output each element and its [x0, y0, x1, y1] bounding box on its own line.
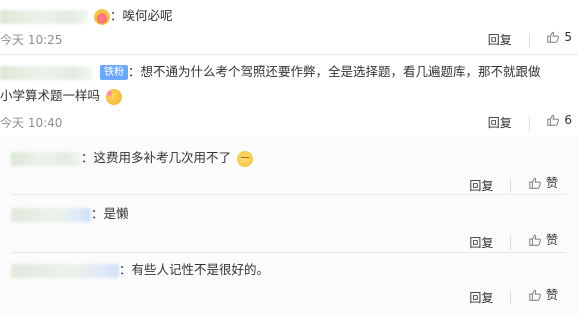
reply-button[interactable]: 回复 [469, 177, 493, 194]
comment-timestamp: 今天 10:25 [0, 33, 63, 47]
reply-actions: 回复 赞 [469, 286, 558, 306]
comment-text-line-2: 小学算术题一样吗 [0, 87, 122, 105]
reply-button[interactable]: 回复 [469, 289, 493, 306]
colon-separator: ： [127, 64, 141, 79]
thumbs-up-icon [529, 177, 541, 189]
username[interactable] [0, 65, 92, 80]
reply-button[interactable]: 回复 [469, 234, 493, 251]
comment-1: ：唉何必呢 今天 10:25 回复 5 [0, 0, 578, 50]
action-divider [510, 179, 512, 193]
like-label: 赞 [545, 176, 558, 190]
reply-text: 这费用多补考几次用不了 [93, 150, 232, 165]
username[interactable] [0, 9, 88, 24]
like-button[interactable]: 赞 [528, 174, 558, 191]
comment-text-part-2: 小学算术题一样吗 [0, 88, 101, 103]
username[interactable] [11, 207, 91, 222]
comment-text: 唉何必呢 [122, 8, 173, 23]
like-button[interactable]: 6 [546, 113, 572, 127]
reply-text-line: ：是懒 [11, 205, 129, 223]
thumbs-up-icon [547, 31, 560, 43]
username[interactable] [11, 151, 81, 166]
action-divider [510, 236, 512, 250]
reply-actions: 回复 赞 [469, 174, 558, 194]
comment-2: 铁粉 ：想不通为什么考个驾照还要作弊，全是选择题，看几遍题库，那不就跟做 小学算术… [0, 56, 578, 136]
comment-actions: 回复 5 [488, 30, 572, 48]
comment-text-line-1: 铁粉 ：想不通为什么考个驾照还要作弊，全是选择题，看几遍题库，那不就跟做 [0, 63, 541, 81]
crown-emoji-icon [93, 8, 110, 25]
comment-divider [0, 54, 578, 55]
reply-actions: 回复 赞 [469, 231, 558, 251]
reply-divider [11, 194, 566, 195]
reply-1: ：这费用多补考几次用不了 回复 赞 [0, 139, 578, 194]
thumbs-up-icon [547, 114, 560, 126]
like-button[interactable]: 赞 [528, 231, 558, 248]
like-count: 5 [564, 30, 572, 44]
reply-text-line: ：这费用多补考几次用不了 [11, 149, 254, 167]
thumbs-up-icon [529, 234, 541, 246]
comment-text-part-1: 想不通为什么考个驾照还要作弊，全是选择题，看几遍题库，那不就跟做 [140, 64, 541, 79]
like-button[interactable]: 赞 [528, 286, 558, 303]
colon-separator: ： [81, 150, 94, 165]
reply-2: ：是懒 回复 赞 [0, 196, 578, 250]
colon-separator: ： [119, 262, 132, 277]
reply-button[interactable]: 回复 [488, 114, 512, 131]
embarrassed-emoji-icon [106, 88, 122, 105]
username[interactable] [11, 263, 119, 278]
reply-label: 回复 [469, 178, 494, 193]
bored-emoji-icon [237, 150, 254, 167]
colon-separator: ： [109, 8, 123, 23]
action-divider [528, 33, 530, 48]
comment-actions: 回复 6 [488, 113, 572, 131]
reply-text-line: ：有些人记性不是很好的。 [11, 261, 269, 279]
reply-text: 有些人记性不是很好的。 [131, 262, 270, 277]
reply-divider [11, 252, 566, 253]
like-count: 6 [564, 113, 572, 127]
comment-text-line: ：唉何必呢 [0, 7, 173, 25]
comment-timestamp: 今天 10:40 [0, 116, 63, 130]
colon-separator: ： [91, 206, 104, 221]
action-divider [510, 291, 512, 305]
fan-badge: 铁粉 [99, 65, 128, 80]
like-button[interactable]: 5 [546, 30, 572, 44]
reply-label: 回复 [487, 116, 512, 130]
thumbs-up-icon [529, 289, 541, 301]
reply-3: ：有些人记性不是很好的。 回复 赞 [0, 255, 578, 314]
reply-label: 回复 [469, 290, 494, 305]
reply-text: 是懒 [103, 206, 129, 221]
reply-button[interactable]: 回复 [488, 31, 512, 48]
action-divider [528, 116, 530, 131]
reply-label: 回复 [469, 235, 494, 250]
like-label: 赞 [545, 288, 558, 302]
like-label: 赞 [545, 233, 558, 247]
reply-label: 回复 [487, 33, 512, 47]
